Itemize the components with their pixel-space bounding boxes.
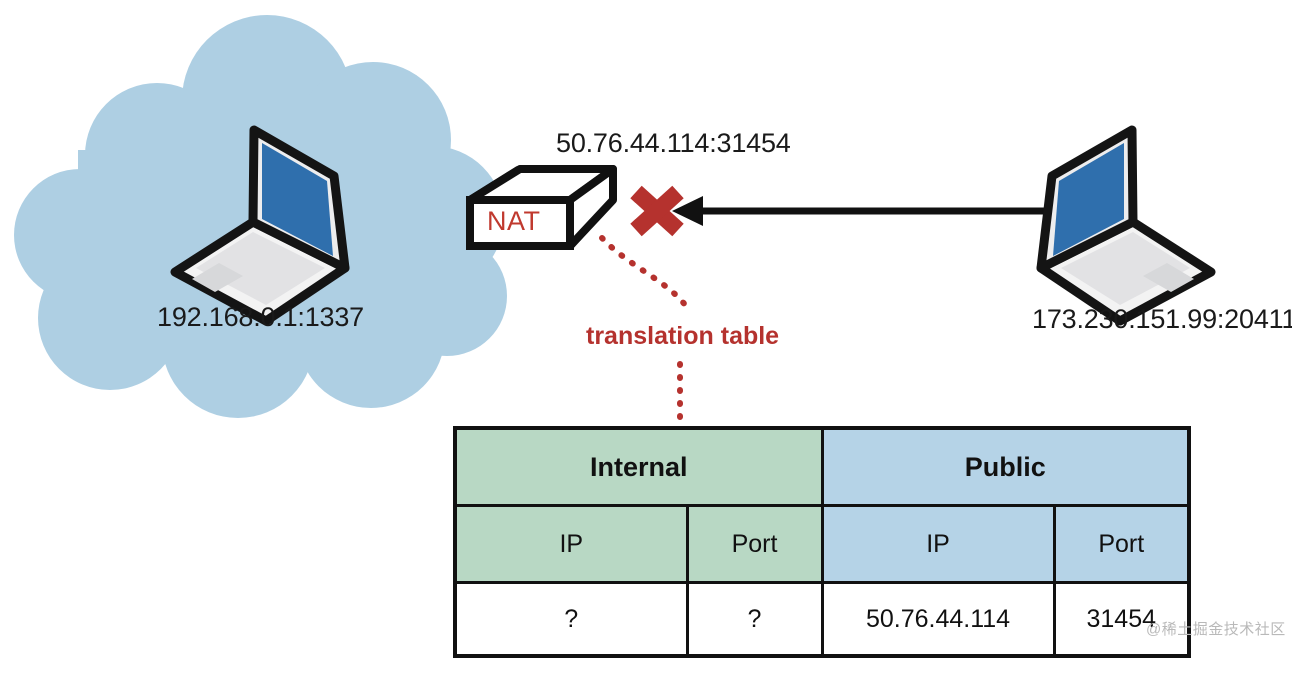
laptop-icon xyxy=(1036,125,1216,326)
column-header-internal-ip: IP xyxy=(453,504,689,584)
cell-public-ip: 50.76.44.114 xyxy=(820,581,1056,658)
cell-internal-port: ? xyxy=(685,581,824,658)
watermark: @稀土掘金技术社区 xyxy=(1146,621,1286,638)
diagram-canvas: 50.76.44.114:31454 192.168.0.1:1337 173.… xyxy=(0,0,1292,680)
table-row: ? ? 50.76.44.114 31454 xyxy=(453,581,1191,658)
cross-block-icon xyxy=(630,185,684,237)
translation-table-annotation: translation table xyxy=(586,322,780,350)
table-row-sub-header: IP Port IP Port xyxy=(453,504,1191,584)
arrow-left-icon xyxy=(672,196,1100,226)
internal-host-address-label: 192.168.0.1:1337 xyxy=(157,302,364,332)
table-row-group-header: Internal Public xyxy=(453,426,1191,507)
column-header-public-port: Port xyxy=(1052,504,1191,584)
column-group-internal: Internal xyxy=(453,426,824,507)
nat-device-label: NAT xyxy=(487,206,541,236)
external-host-address-label: 173.230.151.99:20411 xyxy=(1032,304,1292,334)
column-group-public: Public xyxy=(820,426,1191,507)
nat-public-address-label: 50.76.44.114:31454 xyxy=(556,128,791,158)
column-header-public-ip: IP xyxy=(820,504,1056,584)
column-header-internal-port: Port xyxy=(685,504,824,584)
translation-table: Internal Public IP Port IP Port ? ? 50.7… xyxy=(453,426,1192,658)
cell-internal-ip: ? xyxy=(453,581,689,658)
